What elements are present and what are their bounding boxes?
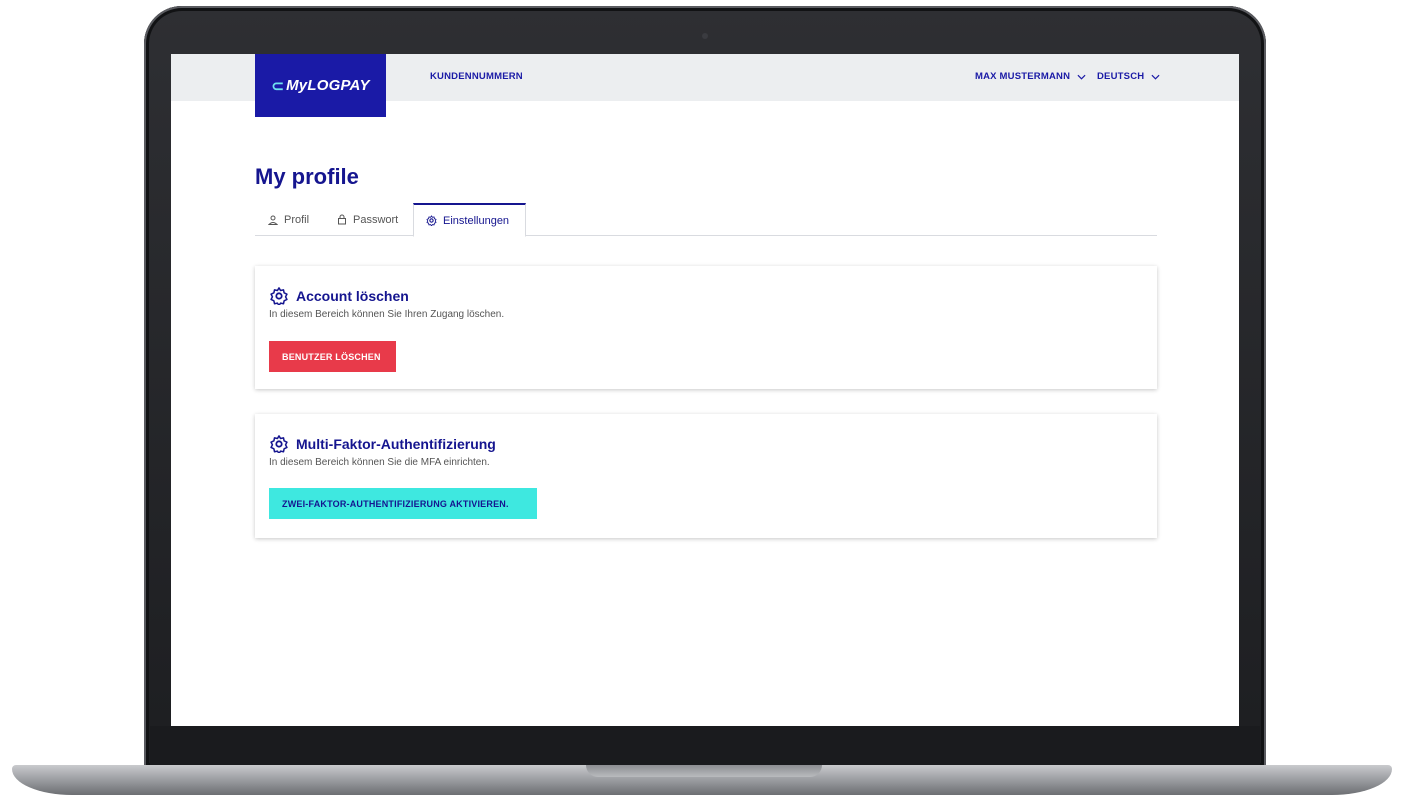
tab-passwort[interactable]: Passwort <box>337 203 398 236</box>
nav-link-kundennummern[interactable]: KUNDENNUMMERN <box>430 71 523 82</box>
tab-label: Profil <box>284 213 310 226</box>
chevron-down-icon <box>1151 74 1160 80</box>
mylogpay-logo[interactable]: ⊂ MyLOGPAY <box>255 54 386 117</box>
tab-label: Einstellungen <box>443 214 510 227</box>
gear-icon <box>270 435 288 453</box>
gear-icon <box>426 215 437 226</box>
user-menu[interactable]: MAX MUSTERMANN <box>975 71 1086 82</box>
chevron-down-icon <box>1077 74 1086 80</box>
lock-icon <box>338 214 346 225</box>
card-header: Multi-Faktor-Authentifizierung <box>270 435 496 453</box>
user-name: MAX MUSTERMANN <box>975 71 1071 82</box>
language-menu[interactable]: DEUTSCH <box>1097 71 1160 82</box>
card-description: In diesem Bereich können Sie die MFA ein… <box>269 457 490 468</box>
tab-profil[interactable]: Profil <box>268 203 309 236</box>
laptop-base-notch <box>586 765 822 777</box>
logo-swoosh-icon: ⊂ <box>271 77 285 95</box>
account-delete-card: Account löschen In diesem Bereich können… <box>255 266 1157 389</box>
language-label: DEUTSCH <box>1097 71 1145 82</box>
user-icon <box>268 215 278 225</box>
logo-text: MyLOGPAY <box>286 77 370 94</box>
activate-2fa-button[interactable]: ZWEI-FAKTOR-AUTHENTIFIZIERUNG AKTIVIEREN… <box>269 488 537 519</box>
card-description: In diesem Bereich können Sie Ihren Zugan… <box>269 309 505 320</box>
screen: KUNDENNUMMERN MAX MUSTERMANN DEUTSCH ⊂ M… <box>171 54 1239 726</box>
delete-user-button[interactable]: BENUTZER LÖSCHEN <box>269 341 396 372</box>
gear-icon <box>270 287 288 305</box>
card-title: Multi-Faktor-Authentifizierung <box>296 436 496 452</box>
tab-label: Passwort <box>353 213 399 226</box>
mfa-card: Multi-Faktor-Authentifizierung In diesem… <box>255 414 1157 538</box>
profile-tabs: Profil Passwort Einstellungen <box>255 203 1157 237</box>
page-title: My profile <box>255 164 359 189</box>
camera-dot <box>702 33 708 39</box>
tab-einstellungen[interactable]: Einstellungen <box>413 203 526 237</box>
laptop-bezel <box>150 726 1260 768</box>
card-header: Account löschen <box>270 287 409 305</box>
card-title: Account löschen <box>296 288 409 304</box>
